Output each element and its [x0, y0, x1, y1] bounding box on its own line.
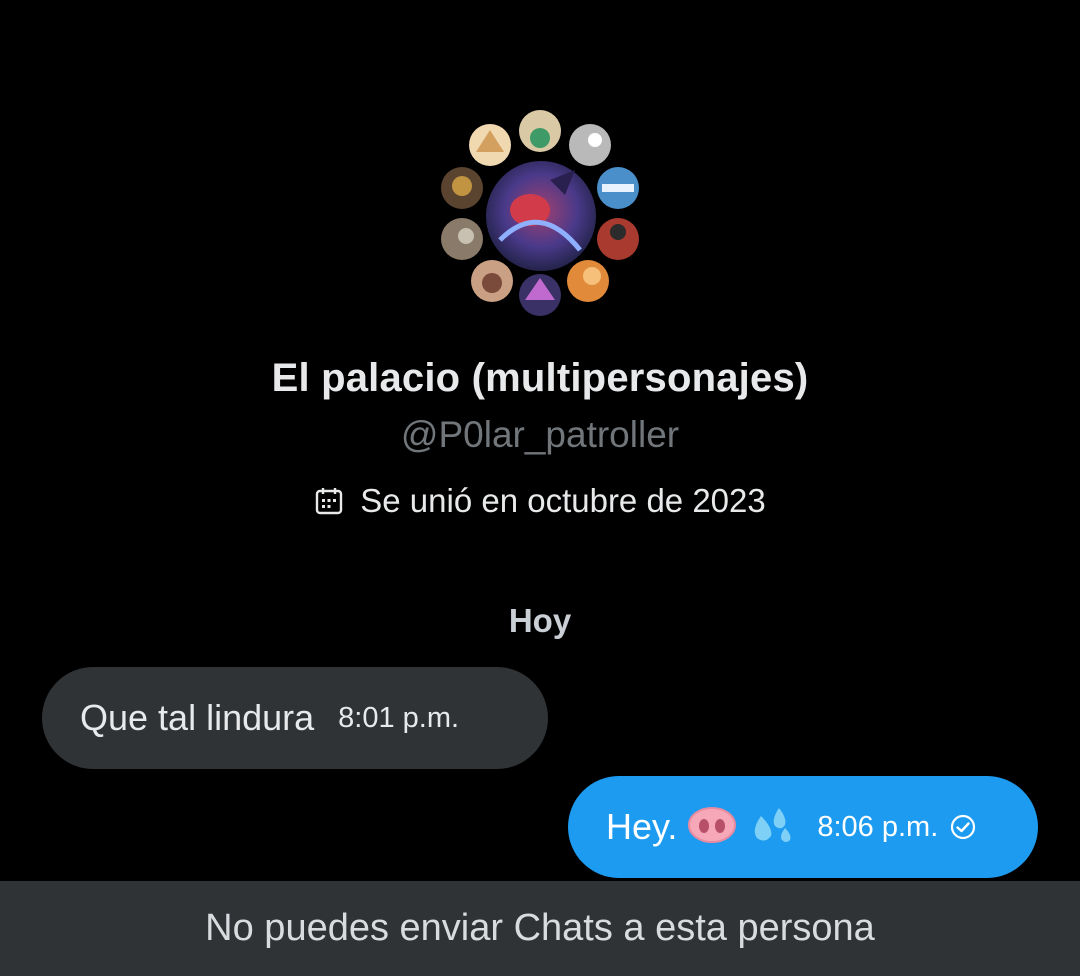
message-text: Hey.	[606, 806, 678, 847]
joined-date-text: Se unió en octubre de 2023	[360, 482, 766, 519]
avatar-collage	[441, 110, 639, 316]
message-time: 8:01 p.m.	[338, 701, 460, 734]
profile-handle[interactable]: @P0lar_patroller	[0, 414, 1080, 456]
incoming-message-bubble[interactable]: Que tal lindura 8:01 p.m.	[42, 667, 548, 769]
profile-display-name: El palacio (multipersonajes)	[271, 356, 809, 400]
outgoing-message-bubble[interactable]: Hey. 8:06 p.m.	[568, 776, 1038, 878]
message-text: Que tal lindura	[80, 697, 315, 738]
calendar-icon	[314, 486, 344, 516]
pig-nose-emoji	[687, 805, 737, 850]
day-divider: Hoy	[508, 602, 572, 639]
sweat-droplets-emoji	[747, 804, 795, 851]
profile-avatar[interactable]	[430, 100, 650, 320]
message-time: 8:06 p.m.	[817, 810, 939, 843]
notice-text: No puedes enviar Chats a esta persona	[205, 907, 875, 949]
joined-date-row: Se unió en octubre de 2023	[0, 482, 1080, 520]
cannot-message-notice: No puedes enviar Chats a esta persona	[0, 881, 1080, 976]
read-check-icon	[950, 814, 976, 840]
